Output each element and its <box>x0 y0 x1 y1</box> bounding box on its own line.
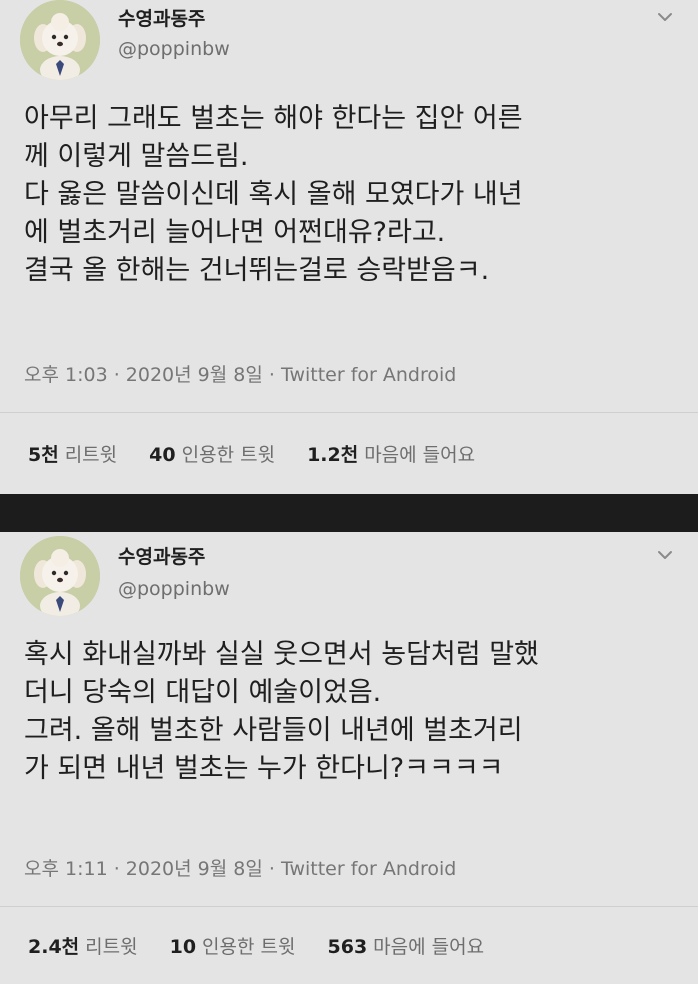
stat-label: 인용한 트윗 <box>202 936 296 958</box>
tweet-stats: 2.4천 리트윗 10 인용한 트윗 563 마음에 들어요 <box>28 932 484 959</box>
display-name[interactable]: 수영과동주 <box>118 542 205 569</box>
tweet-text-line: 께 이렇게 말씀드림. <box>24 141 249 172</box>
tweet-text: 아무리 그래도 벌초는 해야 한다는 집안 어른 께 이렇게 말씀드림. 다 옳… <box>24 100 684 290</box>
stat-number: 1.2천 <box>307 444 359 466</box>
tweet-text-line: 그려. 올해 벌초한 사람들이 내년에 벌초거리 <box>24 715 523 746</box>
tweet-time[interactable]: 오후 1:11 <box>24 858 108 880</box>
tweet-text-line: 혹시 화내실까봐 실실 웃으면서 농담처럼 말했 <box>24 639 539 670</box>
user-handle[interactable]: @poppinbw <box>118 578 230 600</box>
meta-separator: · <box>107 858 126 880</box>
tweet-card: 수영과동주 @poppinbw 혹시 화내실까봐 실실 웃으면서 농담처럼 말했… <box>0 532 698 984</box>
divider <box>0 906 698 907</box>
tweet-timestamp: 오후 1:03 · 2020년 9월 8일 · Twitter for Andr… <box>24 360 456 387</box>
avatar[interactable] <box>20 536 100 616</box>
chevron-down-icon[interactable] <box>654 6 676 28</box>
tweet-text-line: 에 벌초거리 늘어나면 어쩐대유?라고. <box>24 217 446 248</box>
meta-separator: · <box>107 364 126 386</box>
avatar[interactable] <box>20 0 100 80</box>
stat-label: 마음에 들어요 <box>364 444 476 466</box>
stat-number: 40 <box>149 444 176 466</box>
tweet-timestamp: 오후 1:11 · 2020년 9월 8일 · Twitter for Andr… <box>24 854 456 881</box>
stat-number: 10 <box>169 936 197 958</box>
tweet-text-line: 다 옳은 말씀이신데 혹시 올해 모였다가 내년 <box>24 179 523 210</box>
tweet-text-line: 결국 올 한해는 건너뛰는걸로 승락받음ㅋ. <box>24 255 490 286</box>
tweet-text-line: 더니 당숙의 대답이 예술이었음. <box>24 677 382 708</box>
like-count[interactable]: 563 마음에 들어요 <box>328 932 485 959</box>
stat-number: 5천 <box>28 444 59 466</box>
like-count[interactable]: 1.2천 마음에 들어요 <box>307 440 475 467</box>
meta-separator: · <box>262 858 281 880</box>
tweet-source[interactable]: Twitter for Android <box>281 858 456 880</box>
chevron-down-icon[interactable] <box>654 544 676 566</box>
retweet-count[interactable]: 2.4천 리트윗 <box>28 932 138 959</box>
user-handle[interactable]: @poppinbw <box>118 38 230 60</box>
stat-number: 563 <box>327 936 368 958</box>
tweet-source[interactable]: Twitter for Android <box>281 364 456 386</box>
tweet-date[interactable]: 2020년 9월 8일 <box>126 364 263 386</box>
tweet-text-line: 아무리 그래도 벌초는 해야 한다는 집안 어른 <box>24 103 523 134</box>
stat-number: 2.4천 <box>28 936 80 958</box>
tweet-stats: 5천 리트윗 40 인용한 트윗 1.2천 마음에 들어요 <box>28 440 475 467</box>
retweet-count[interactable]: 5천 리트윗 <box>28 440 117 467</box>
stat-label: 리트윗 <box>85 936 138 958</box>
divider <box>0 412 698 413</box>
tweet-text: 혹시 화내실까봐 실실 웃으면서 농담처럼 말했 더니 당숙의 대답이 예술이었… <box>24 636 684 788</box>
quote-tweet-count[interactable]: 40 인용한 트윗 <box>149 440 275 467</box>
stat-label: 마음에 들어요 <box>373 936 485 958</box>
dog-avatar-icon <box>20 0 100 80</box>
quote-tweet-count[interactable]: 10 인용한 트윗 <box>170 932 296 959</box>
stat-label: 인용한 트윗 <box>181 444 276 466</box>
tweet-time[interactable]: 오후 1:03 <box>24 364 108 386</box>
display-name[interactable]: 수영과동주 <box>118 4 205 31</box>
meta-separator: · <box>262 364 281 386</box>
tweet-date[interactable]: 2020년 9월 8일 <box>126 858 263 880</box>
tweet-card: 수영과동주 @poppinbw 아무리 그래도 벌초는 해야 한다는 집안 어른… <box>0 0 698 494</box>
tweet-text-line: 가 되면 내년 벌초는 누가 한다니?ㅋㅋㅋㅋ <box>24 753 504 784</box>
dog-avatar-icon <box>20 536 100 616</box>
stat-label: 리트윗 <box>64 444 118 466</box>
